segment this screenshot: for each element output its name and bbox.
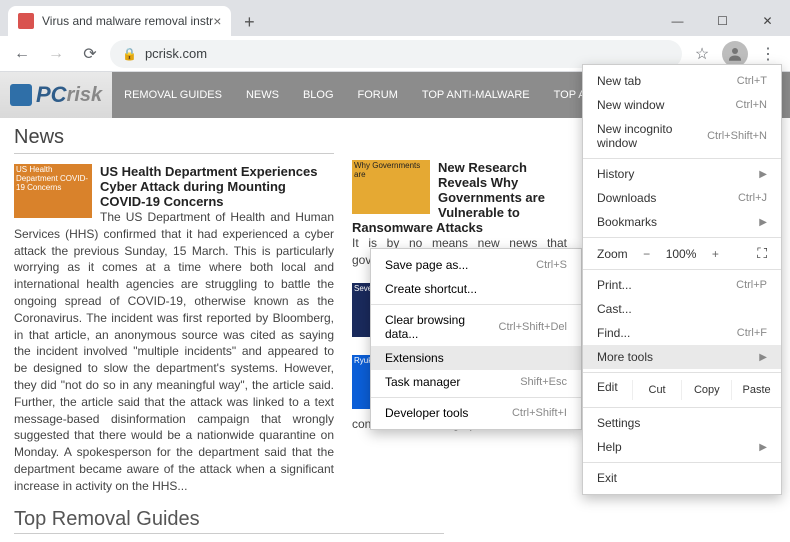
minimize-button[interactable]: —	[655, 6, 700, 36]
reload-button[interactable]: ⟳	[76, 40, 104, 68]
chevron-right-icon: ▶	[759, 217, 767, 228]
nav-item[interactable]: FORUM	[346, 89, 410, 101]
edit-copy-button[interactable]: Copy	[681, 380, 731, 400]
tab-favicon	[18, 13, 34, 29]
site-logo[interactable]: PCrisk	[0, 82, 112, 108]
menu-settings[interactable]: Settings	[583, 411, 781, 435]
article-title[interactable]: US Health Department Experiences Cyber A…	[100, 164, 317, 209]
menu-edit-row: Edit Cut Copy Paste	[583, 376, 781, 404]
section-title-top-removal: Top Removal Guides	[14, 508, 444, 534]
submenu-create-shortcut[interactable]: Create shortcut...	[371, 277, 581, 301]
logo-icon	[10, 84, 32, 106]
section-title-news: News	[14, 126, 334, 154]
chevron-right-icon: ▶	[759, 442, 767, 453]
zoom-in-button[interactable]: +	[704, 247, 726, 261]
lock-icon: 🔒	[122, 47, 137, 61]
menu-exit[interactable]: Exit	[583, 466, 781, 490]
article-thumbnail[interactable]: US Health Department COVID-19 Concerns	[14, 164, 92, 218]
submenu-dev-tools[interactable]: Developer toolsCtrl+Shift+I	[371, 401, 581, 425]
menu-print[interactable]: Print...Ctrl+P	[583, 273, 781, 297]
window-titlebar: Virus and malware removal instr × + — ☐ …	[0, 0, 790, 36]
close-icon[interactable]: ×	[213, 13, 221, 29]
menu-cast[interactable]: Cast...	[583, 297, 781, 321]
article-thumbnail[interactable]: Why Governments are	[352, 160, 430, 214]
close-button[interactable]: ✕	[745, 6, 790, 36]
zoom-out-button[interactable]: −	[636, 247, 658, 261]
submenu-extensions[interactable]: Extensions	[371, 346, 581, 370]
chevron-right-icon: ▶	[759, 169, 767, 180]
maximize-button[interactable]: ☐	[700, 6, 745, 36]
menu-bookmarks[interactable]: Bookmarks▶	[583, 210, 781, 234]
new-tab-button[interactable]: +	[235, 8, 263, 36]
chrome-main-menu: New tabCtrl+T New windowCtrl+N New incog…	[582, 64, 782, 495]
nav-item[interactable]: BLOG	[291, 89, 346, 101]
column-left: News US Health Department COVID-19 Conce…	[14, 126, 334, 509]
menu-history[interactable]: History▶	[583, 162, 781, 186]
tab-title: Virus and malware removal instr	[42, 14, 213, 28]
nav-item[interactable]: REMOVAL GUIDES	[112, 89, 234, 101]
menu-help[interactable]: Help▶	[583, 435, 781, 459]
submenu-save-page[interactable]: Save page as...Ctrl+S	[371, 253, 581, 277]
article: US Health Department COVID-19 Concerns U…	[14, 164, 334, 495]
menu-more-tools[interactable]: More tools▶	[583, 345, 781, 369]
profile-avatar[interactable]	[722, 41, 748, 67]
menu-downloads[interactable]: DownloadsCtrl+J	[583, 186, 781, 210]
menu-new-window[interactable]: New windowCtrl+N	[583, 93, 781, 117]
zoom-value: 100%	[666, 247, 697, 261]
submenu-task-manager[interactable]: Task managerShift+Esc	[371, 370, 581, 394]
edit-label: Edit	[583, 380, 632, 400]
nav-item[interactable]: TOP ANTI-MALWARE	[410, 89, 542, 101]
forward-button[interactable]: →	[42, 40, 70, 68]
fullscreen-icon[interactable]: ⛶	[757, 245, 767, 262]
menu-zoom-row: Zoom − 100% + ⛶	[583, 241, 781, 266]
edit-paste-button[interactable]: Paste	[731, 380, 781, 400]
menu-find[interactable]: Find...Ctrl+F	[583, 321, 781, 345]
back-button[interactable]: ←	[8, 40, 36, 68]
menu-incognito[interactable]: New incognito windowCtrl+Shift+N	[583, 117, 781, 155]
menu-new-tab[interactable]: New tabCtrl+T	[583, 69, 781, 93]
submenu-clear-data[interactable]: Clear browsing data...Ctrl+Shift+Del	[371, 308, 581, 346]
browser-tab[interactable]: Virus and malware removal instr ×	[8, 6, 231, 36]
url-text: pcrisk.com	[145, 46, 207, 61]
window-controls: — ☐ ✕	[655, 6, 790, 36]
edit-cut-button[interactable]: Cut	[632, 380, 682, 400]
article-body: The US Department of Health and Human Se…	[14, 209, 334, 495]
zoom-label: Zoom	[597, 247, 628, 261]
nav-item[interactable]: NEWS	[234, 89, 291, 101]
chevron-right-icon: ▶	[759, 352, 767, 363]
more-tools-submenu: Save page as...Ctrl+S Create shortcut...…	[370, 248, 582, 430]
